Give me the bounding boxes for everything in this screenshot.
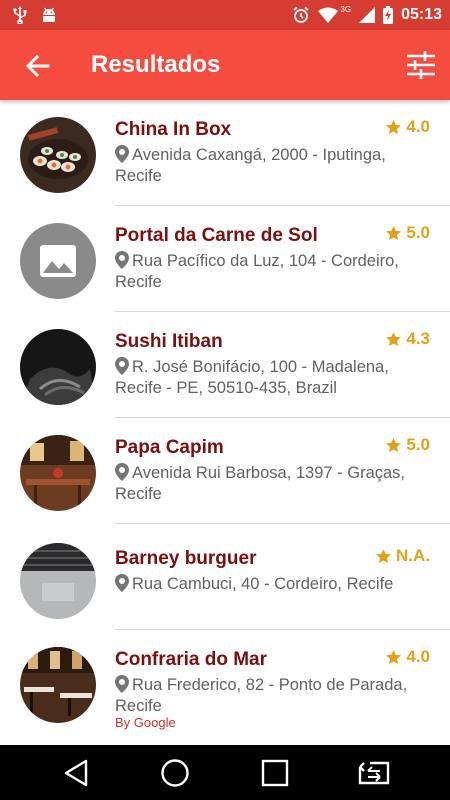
wifi-icon [318,7,339,23]
map-pin-icon [115,251,129,269]
map-pin-icon [115,675,129,693]
network-type-label: 3G [340,4,352,14]
address-text: Rua Pacífico da Luz, 104 - Cordeiro, Rec… [115,252,399,291]
star-icon [386,119,402,134]
list-item[interactable]: Confraria do Mar 4.0 Rua Frederico, 82 -… [0,630,450,745]
usb-icon [13,6,27,24]
results-list[interactable]: China In Box 4.0 Avenida Caxangá, 2000 -… [0,100,450,745]
address: Rua Pacífico da Luz, 104 - Cordeiro, Rec… [115,251,433,293]
status-bar: 3G 05:13 [0,0,450,30]
restaurant-tables-photo [20,647,96,723]
address: Avenida Caxangá, 2000 - Iputinga, Recife [115,145,433,187]
restaurant-interior-photo [20,435,96,511]
nav-home-button[interactable] [159,757,191,789]
rating: 5.0 [385,435,430,455]
address-text: Avenida Caxangá, 2000 - Iputinga, Recife [115,146,386,185]
address-text: Rua Frederico, 82 - Ponto de Parada, Rec… [115,676,408,715]
sushi-photo [20,117,96,193]
rating-value: 4.0 [406,117,430,136]
restaurant-name: Barney burguer [115,548,257,569]
restaurant-name: China In Box [115,119,232,140]
screen-cast-icon [358,761,390,785]
placeholder-image-icon [20,223,96,299]
alarm-icon [293,6,309,23]
list-item[interactable]: Barney burguer N.A. Rua Cambuci, 40 - Co… [0,524,450,630]
address: Rua Frederico, 82 - Ponto de Parada, Rec… [115,675,433,717]
map-pin-icon [115,463,129,481]
battery-charging-icon [383,6,394,24]
rating-value: 4.3 [406,329,430,348]
list-item[interactable]: China In Box 4.0 Avenida Caxangá, 2000 -… [0,100,450,206]
rating-value: N.A. [396,546,430,565]
address-text: Avenida Rui Barbosa, 1397 - Graças, Reci… [115,464,406,503]
restaurant-name: Portal da Carne de Sol [115,225,318,246]
rating: 4.3 [385,329,430,349]
address: R. José Bonifácio, 100 - Madalena, Recif… [115,357,433,399]
rating: 5.0 [385,223,430,243]
rating: 4.0 [385,647,430,667]
laptop-photo [20,543,96,619]
rating-value: 5.0 [406,435,430,454]
clock: 05:13 [401,6,442,23]
map-pin-icon [115,574,129,592]
list-item[interactable]: Sushi Itiban 4.3 R. José Bonifácio, 100 … [0,312,450,418]
star-icon [386,225,402,240]
arrow-left-icon [25,54,50,78]
restaurant-name: Confraria do Mar [115,649,268,670]
rating: N.A. [375,546,430,566]
map-pin-icon [115,357,129,375]
back-button[interactable] [22,50,54,82]
android-debug-icon [43,7,55,22]
list-item[interactable]: Portal da Carne de Sol 5.0 Rua Pacífico … [0,206,450,312]
map-pin-icon [115,145,129,163]
page-title: Resultados [91,51,221,78]
cellular-signal-icon [359,7,376,23]
star-icon [386,437,402,452]
list-item[interactable]: Papa Capim 5.0 Avenida Rui Barbosa, 1397… [0,418,450,524]
restaurant-name: Papa Capim [115,437,224,458]
navigation-bar [0,745,450,800]
star-icon [386,649,402,664]
star-icon [386,331,402,346]
filter-button[interactable] [404,48,438,82]
address: Rua Cambuci, 40 - Cordeiro, Recife [115,574,433,595]
nav-cast-button[interactable] [356,757,392,789]
back-triangle-icon [64,759,88,787]
nav-recents-button[interactable] [259,757,291,789]
home-circle-icon [161,759,189,787]
app-bar: Resultados [0,30,450,100]
nav-back-button[interactable] [60,757,92,789]
address-text: R. José Bonifácio, 100 - Madalena, Recif… [115,358,389,397]
rating: 4.0 [385,117,430,137]
rating-value: 4.0 [406,647,430,666]
address-text: Rua Cambuci, 40 - Cordeiro, Recife [132,575,394,593]
google-attribution: By Google [115,715,176,730]
star-icon [376,548,391,563]
restaurant-name: Sushi Itiban [115,331,223,352]
rating-value: 5.0 [406,223,430,242]
recents-square-icon [261,759,289,787]
address: Avenida Rui Barbosa, 1397 - Graças, Reci… [115,463,433,505]
sliders-icon [407,51,435,79]
dark-photo [20,329,96,405]
